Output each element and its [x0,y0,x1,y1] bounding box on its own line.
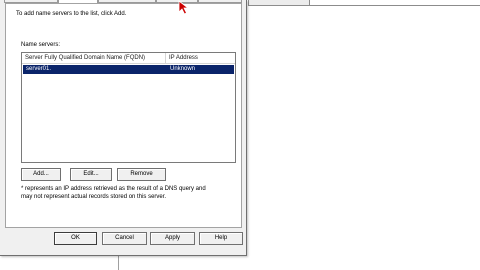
name-servers-list[interactable]: Server Fully Qualified Domain Name (FQDN… [21,52,236,163]
name-servers-dialog: To add name servers to the list, click A… [0,0,247,256]
list-row[interactable]: server01. Unknown [23,65,234,74]
note-line: may not represent actual records stored … [21,194,167,200]
apply-button[interactable]: Apply [150,232,195,245]
note-line: * represents an IP address retrieved as … [21,186,206,192]
column-header-fqdn[interactable]: Server Fully Qualified Domain Name (FQDN… [22,53,166,63]
help-button[interactable]: Help [199,232,243,245]
name-servers-label: Name servers: [21,42,61,48]
cancel-button[interactable]: Cancel [102,232,147,245]
add-button[interactable]: Add... [21,168,61,181]
remove-button[interactable]: Remove [117,168,166,181]
ok-button[interactable]: OK [54,232,97,245]
list-header: Server Fully Qualified Domain Name (FQDN… [22,53,235,64]
background-tab[interactable] [248,0,310,5]
edit-button[interactable]: Edit... [70,168,112,181]
intro-text: To add name servers to the list, click A… [16,11,127,17]
row-ip-address: Unknown [170,66,196,72]
column-header-ip-address[interactable]: IP Address [166,53,235,63]
ip-note: * represents an IP address retrieved as … [21,185,206,201]
row-fqdn: server01. [26,66,52,72]
mouse-pointer-icon [178,0,190,15]
